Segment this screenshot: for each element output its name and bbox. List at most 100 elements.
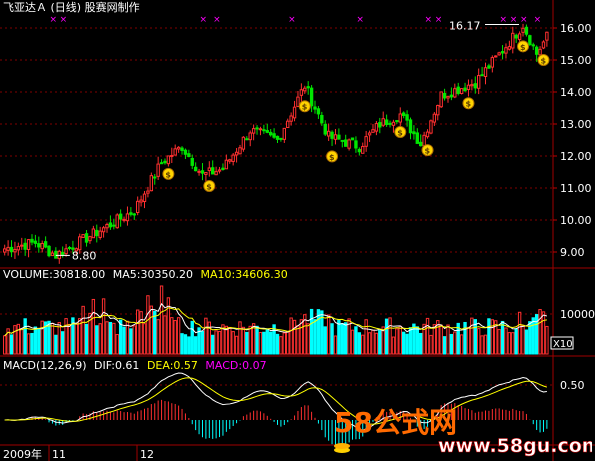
candle-body	[153, 176, 157, 179]
volume-bar	[211, 334, 215, 355]
volume-bar	[33, 326, 38, 355]
money-bag-icon: $	[517, 40, 530, 53]
candle-body	[391, 121, 396, 126]
candle-body	[361, 146, 365, 154]
candle-body	[146, 190, 150, 194]
candle-body	[112, 224, 116, 227]
volume-bar	[241, 326, 246, 355]
volume-bar	[139, 311, 143, 355]
candle-body	[231, 154, 235, 162]
candle-body	[463, 87, 467, 92]
candle-body	[228, 159, 232, 162]
volume-bar	[470, 317, 474, 355]
candle-body	[47, 245, 51, 257]
candle-body	[490, 57, 495, 68]
candle-body	[415, 132, 420, 144]
candle-body	[286, 120, 290, 129]
candle-body	[374, 123, 379, 132]
candle-body	[238, 147, 242, 155]
money-bag-icon: $	[537, 53, 550, 66]
candle-body	[514, 34, 518, 39]
candle-body	[347, 139, 351, 149]
volume-bar	[84, 323, 89, 355]
volume-bar	[511, 332, 515, 355]
candle-body	[524, 26, 529, 35]
candle-body	[326, 130, 331, 137]
candle-body	[78, 236, 82, 251]
candle-body	[371, 129, 375, 133]
volume-bar	[217, 330, 222, 355]
candle-body	[521, 27, 525, 33]
sell-marker: ×	[534, 15, 542, 25]
volume-bar	[453, 331, 457, 355]
candle-body	[470, 84, 474, 87]
candle-body	[483, 67, 488, 77]
candle-body	[217, 169, 222, 172]
volume-bar	[98, 323, 102, 355]
volume-bar	[125, 320, 130, 355]
candle-body	[204, 171, 208, 175]
candle-body	[412, 131, 416, 135]
volume-bar	[323, 326, 327, 355]
volume-bar	[497, 329, 501, 355]
candle-body	[388, 122, 392, 125]
volume-bar	[101, 298, 106, 355]
candle-body	[364, 136, 368, 147]
candle-body	[497, 52, 501, 56]
volume-bar	[371, 329, 375, 355]
candle-body	[487, 65, 491, 69]
volume-bar	[228, 326, 232, 355]
volume-bar	[26, 333, 31, 355]
candle-body	[156, 163, 160, 177]
candle-body	[534, 46, 539, 55]
volume-bar	[149, 305, 154, 355]
volume-bar	[415, 326, 420, 355]
candle-body	[50, 252, 55, 257]
candle-body	[101, 227, 106, 233]
volume-bar	[398, 325, 402, 355]
volume-bar	[258, 332, 263, 355]
volume-bar	[176, 317, 181, 355]
volume-bar	[545, 325, 549, 355]
candle-body	[367, 132, 372, 136]
sell-marker: ×	[425, 15, 433, 25]
candle-body	[282, 127, 287, 140]
volume-bar	[326, 314, 331, 355]
candle-body	[504, 47, 508, 54]
money-bag-icon: $	[421, 144, 434, 157]
volume-bar	[50, 322, 55, 355]
candle-body	[337, 134, 341, 140]
candle-body	[303, 87, 307, 92]
volume-bar	[64, 318, 68, 355]
volume-bar	[309, 308, 314, 355]
candle-body	[132, 213, 136, 216]
volume-bar	[541, 311, 546, 355]
money-bag-icon: $	[162, 167, 175, 180]
volume-bar	[105, 321, 109, 355]
candle-body	[135, 200, 140, 214]
candle-body	[13, 249, 17, 253]
volume-bar	[500, 320, 505, 355]
volume-bar	[16, 323, 21, 355]
volume-bar	[204, 317, 208, 355]
volume-bar	[255, 325, 259, 355]
candle-body	[425, 131, 430, 138]
candle-body	[3, 248, 7, 253]
candle-body	[108, 222, 113, 228]
candle-body	[214, 171, 218, 176]
candle-body	[320, 114, 324, 124]
x-axis-label: 2009年	[3, 447, 42, 461]
money-bag-icon: $	[326, 150, 339, 163]
candle-body	[480, 74, 484, 77]
candle-body	[268, 131, 273, 136]
volume-bar	[344, 322, 348, 355]
volume-bar	[517, 311, 522, 355]
candle-body	[432, 113, 437, 123]
candle-body	[316, 108, 321, 115]
candle-body	[323, 123, 327, 135]
volume-bar	[163, 315, 167, 355]
candle-body	[378, 122, 382, 128]
volume-bar	[231, 331, 235, 355]
volume-bar	[504, 327, 508, 355]
candle-body	[408, 119, 413, 134]
